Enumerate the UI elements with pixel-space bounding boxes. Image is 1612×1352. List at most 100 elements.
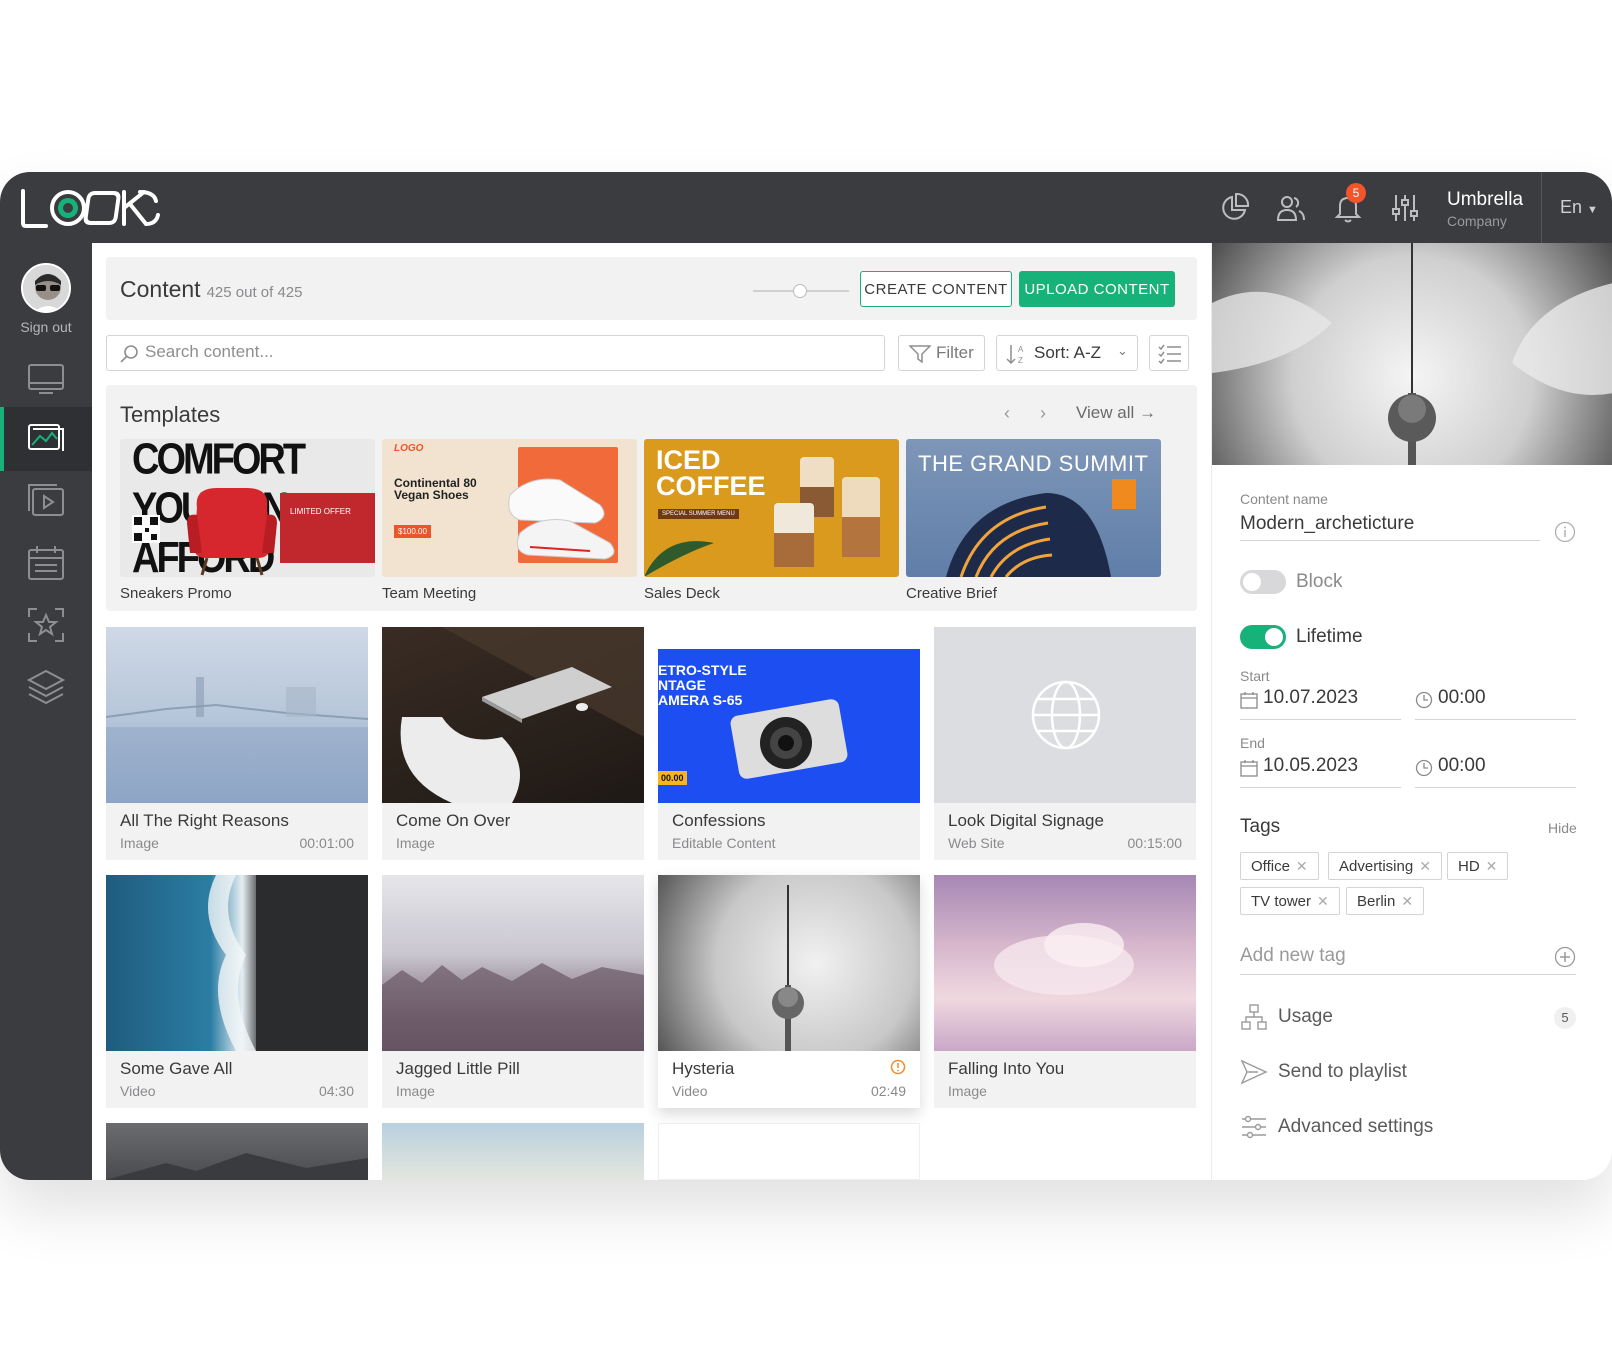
tag-chip[interactable]: Advertising ✕ <box>1328 852 1442 880</box>
search-box[interactable] <box>106 335 885 371</box>
usage-row[interactable]: Usage <box>1240 1003 1333 1031</box>
add-tag-input[interactable]: Add new tag <box>1240 945 1346 967</box>
template-logo-text: LOGO <box>394 443 424 454</box>
usage-count-badge: 5 <box>1554 1007 1576 1029</box>
avatar[interactable] <box>21 263 71 313</box>
templates-section: Templates ‹ › View all → COMFORT YOU CAN… <box>106 385 1197 611</box>
tag-chip[interactable]: Office ✕ <box>1240 852 1319 880</box>
content-card-selected[interactable]: Hysteria Video 02:49 <box>658 875 920 1108</box>
sidebar-item-schedule[interactable] <box>0 531 92 595</box>
end-date-underline <box>1240 787 1401 788</box>
remove-tag-icon[interactable]: ✕ <box>1317 893 1329 909</box>
upload-content-button[interactable]: UPLOAD CONTENT <box>1019 271 1175 307</box>
content-card[interactable]: Come On Over Image <box>382 627 644 860</box>
content-card[interactable]: All The Right Reasons Image 00:01:00 <box>106 627 368 860</box>
company-switcher[interactable]: Umbrella Company <box>1447 189 1523 229</box>
start-date-field[interactable]: 10.07.2023 <box>1240 687 1401 719</box>
template-card[interactable]: LOGO Continental 80 Vegan Shoes $100.00 … <box>382 439 637 602</box>
tag-chip[interactable]: Berlin ✕ <box>1346 887 1425 915</box>
details-panel: Content name Modern_archeticture Block L… <box>1211 243 1612 1180</box>
red-banner <box>280 493 375 563</box>
remove-tag-icon[interactable]: ✕ <box>1296 858 1308 874</box>
end-time-field[interactable]: 00:00 <box>1415 755 1576 787</box>
toggle-knob <box>1265 628 1283 646</box>
sidebar-item-layers[interactable] <box>0 655 92 719</box>
filter-button[interactable]: Filter <box>898 335 985 371</box>
view-all-link[interactable]: View all → <box>1076 403 1156 423</box>
end-time-value: 00:00 <box>1438 755 1486 776</box>
add-circle-icon[interactable] <box>1554 946 1576 968</box>
create-content-button[interactable]: CREATE CONTENT <box>860 271 1012 307</box>
tv-tower-preview <box>1212 243 1612 465</box>
analytics-pie-icon[interactable] <box>1218 192 1250 224</box>
content-count: 425 out of 425 <box>206 284 303 301</box>
card-thumbnail <box>934 627 1196 803</box>
info-icon[interactable] <box>1554 521 1576 543</box>
sidebar-item-screens[interactable] <box>0 347 92 411</box>
content-card[interactable]: Jagged Little Pill Image <box>382 875 644 1108</box>
start-time-value: 00:00 <box>1438 687 1486 708</box>
slider-knob[interactable] <box>793 284 807 298</box>
end-date-field[interactable]: 10.05.2023 <box>1240 755 1401 787</box>
content-card[interactable] <box>382 1123 644 1180</box>
content-card[interactable]: ETRO-STYLE NTAGE AMERA S-65 00.00 Confes… <box>658 627 920 860</box>
tag-label: Office <box>1251 858 1290 875</box>
block-label: Block <box>1296 571 1343 592</box>
palm-leaf-icon <box>644 541 714 577</box>
content-name-field[interactable]: Modern_archeticture <box>1240 513 1414 535</box>
sidebar-item-content[interactable] <box>0 407 92 471</box>
send-label: Send to playlist <box>1278 1061 1407 1083</box>
settings-sliders-icon[interactable] <box>1389 192 1421 224</box>
users-icon[interactable] <box>1275 192 1307 224</box>
sign-out-link[interactable]: Sign out <box>0 319 92 335</box>
content-name-underline <box>1240 540 1540 541</box>
language-selector[interactable]: En ▼ <box>1560 197 1598 218</box>
card-thumbnail <box>106 1123 368 1180</box>
template-art-text: ICED COFFEE <box>656 447 766 500</box>
remove-tag-icon[interactable]: ✕ <box>1419 858 1431 874</box>
remove-tag-icon[interactable]: ✕ <box>1486 858 1498 874</box>
star-frame-icon <box>28 608 64 642</box>
content-card[interactable] <box>106 1123 368 1180</box>
chevron-left-icon[interactable]: ‹ <box>1004 403 1010 424</box>
chevron-right-icon[interactable]: › <box>1040 403 1046 424</box>
sidebar-item-widgets[interactable] <box>0 593 92 657</box>
card-thumbnail <box>382 627 644 803</box>
send-to-playlist-row[interactable]: Send to playlist <box>1240 1058 1407 1086</box>
pink-clouds-image <box>994 923 1134 995</box>
hide-tags-link[interactable]: Hide <box>1548 820 1577 836</box>
sitemap-icon <box>1241 1004 1267 1030</box>
block-toggle[interactable] <box>1240 570 1286 594</box>
look-logo[interactable] <box>20 187 165 229</box>
tag-chip[interactable]: TV tower ✕ <box>1240 887 1340 915</box>
content-card-empty <box>658 1123 920 1180</box>
search-input[interactable] <box>145 342 845 362</box>
content-card[interactable]: Some Gave All Video 04:30 <box>106 875 368 1108</box>
remove-tag-icon[interactable]: ✕ <box>1401 893 1413 909</box>
start-time-field[interactable]: 00:00 <box>1415 687 1576 719</box>
thumbnail-size-slider[interactable] <box>753 284 849 298</box>
calendar-icon <box>1240 692 1258 709</box>
card-title: Look Digital Signage <box>948 811 1104 830</box>
advanced-settings-row[interactable]: Advanced settings <box>1240 1113 1433 1141</box>
content-card[interactable]: Look Digital Signage Web Site 00:15:00 <box>934 627 1196 860</box>
tag-chip[interactable]: HD ✕ <box>1447 852 1509 880</box>
template-card[interactable]: ICED COFFEE SPECIAL SUMMER MENU Sales Dec… <box>644 439 899 602</box>
card-duration: 04:30 <box>318 1083 354 1099</box>
sort-dropdown[interactable]: AZ Sort: A-Z ⌄ <box>996 335 1138 371</box>
card-type: Image <box>120 835 159 851</box>
ocean-shore-image <box>208 875 368 1051</box>
list-view-button[interactable] <box>1149 335 1189 371</box>
end-date-value: 10.05.2023 <box>1263 755 1359 776</box>
svg-text:Z: Z <box>1018 356 1023 365</box>
template-card[interactable]: THE GRAND SUMMIT Creative Brief <box>906 439 1161 602</box>
lifetime-toggle[interactable] <box>1240 625 1286 649</box>
templates-title: Templates <box>120 402 221 427</box>
warning-clock-icon[interactable] <box>890 1059 906 1075</box>
page-title-text: Content <box>120 276 201 302</box>
sidebar-item-playlists[interactable] <box>0 469 92 533</box>
content-card[interactable]: Falling Into You Image <box>934 875 1196 1108</box>
svg-text:A: A <box>1018 345 1024 354</box>
template-card[interactable]: COMFORT YOU CAN AFFORD LIMITED OFFER Sne… <box>120 439 375 602</box>
start-date-value: 10.07.2023 <box>1263 687 1359 708</box>
